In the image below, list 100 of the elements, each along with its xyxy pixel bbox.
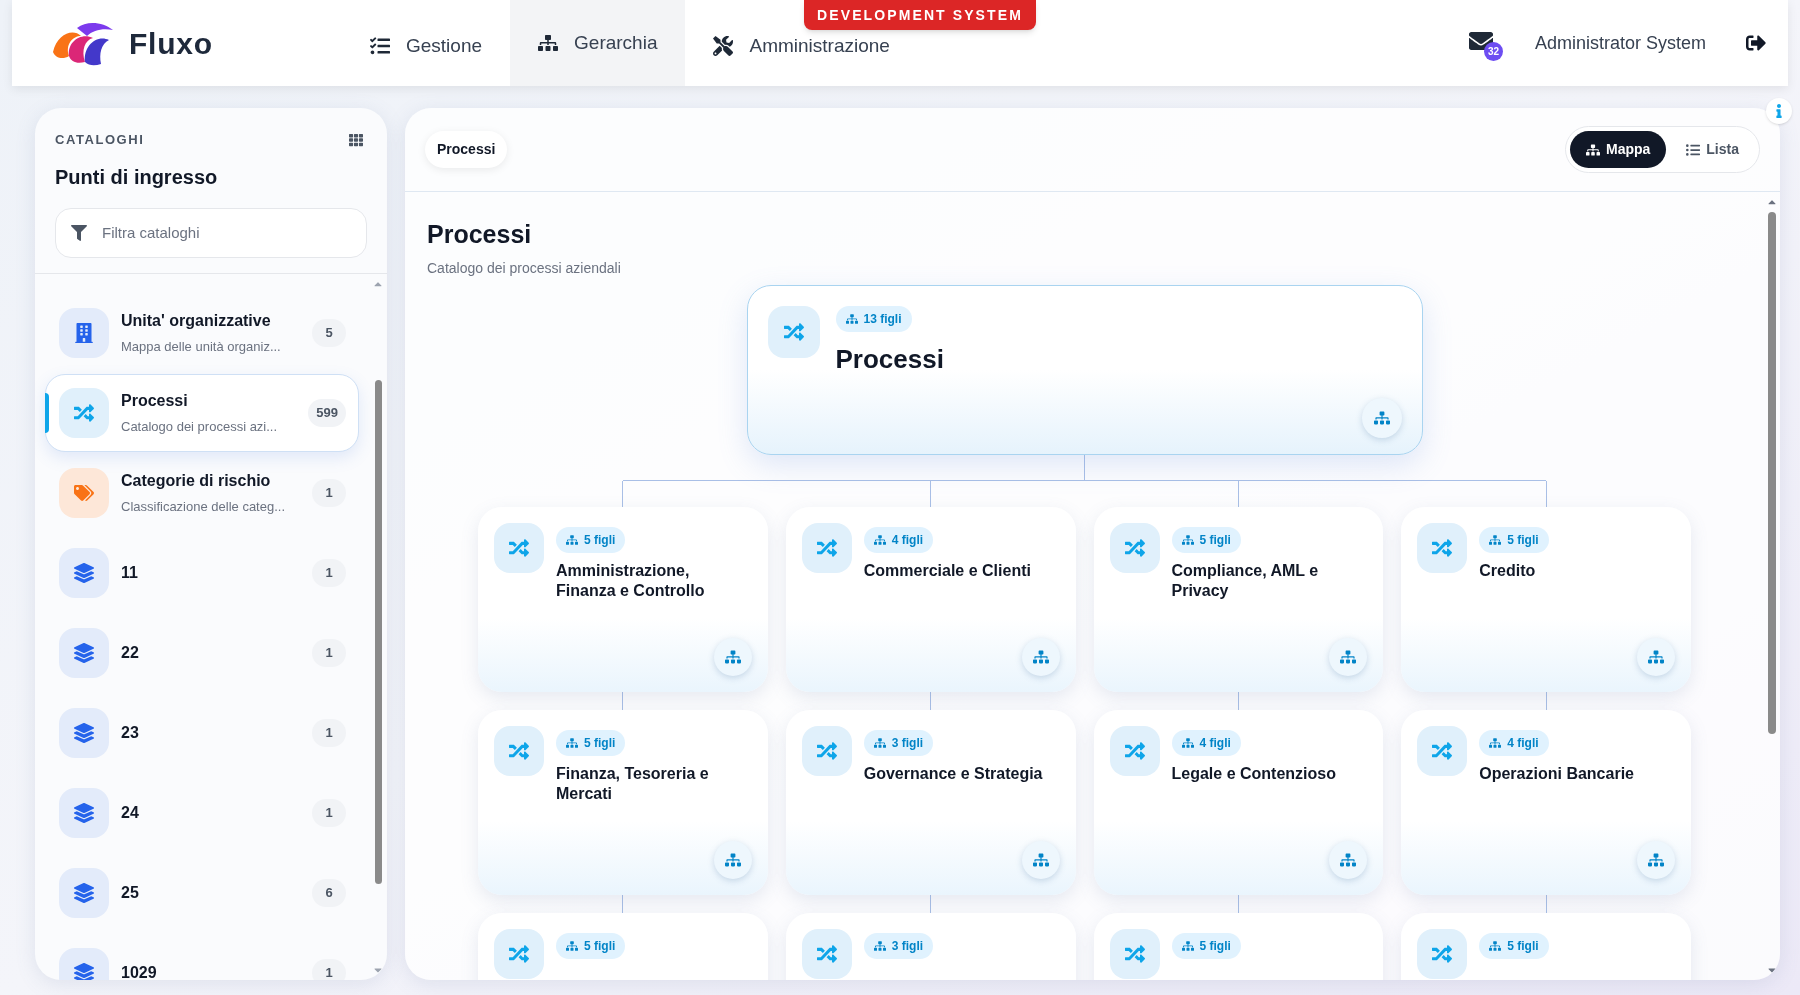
catalog-title: 24 (121, 802, 140, 823)
process-card[interactable]: 4 figli Legale e Contenzioso (1093, 709, 1384, 895)
shuffle-icon (1109, 725, 1160, 776)
hierarchy-icon (724, 851, 741, 868)
hierarchy-button[interactable] (1637, 637, 1675, 676)
hierarchy-icon (566, 533, 578, 546)
shuffle-icon (494, 725, 544, 776)
process-card[interactable]: 5 figli (1093, 912, 1384, 980)
shuffle-icon (494, 928, 544, 979)
catalog-title: 11 (121, 562, 139, 583)
catalog-item[interactable]: 24 1 (45, 773, 359, 852)
hierarchy-icon (1489, 939, 1502, 952)
hierarchy-button[interactable] (1637, 840, 1675, 879)
hierarchy-icon (1181, 533, 1194, 546)
catalog-item[interactable]: Processi Catalogo dei processi azi... 599 (45, 373, 359, 452)
hierarchy-icon (873, 533, 886, 546)
environment-badge: DEVELOPMENT SYSTEM (804, 0, 1036, 30)
hierarchy-button[interactable] (713, 637, 752, 676)
sidebar-title: Punti di ingresso (55, 164, 219, 190)
process-card[interactable]: 4 figli Commerciale e Clienti (785, 506, 1076, 692)
logout-button[interactable] (1746, 33, 1766, 53)
catalog-item[interactable]: 11 1 (45, 533, 359, 612)
page-title: Processi (427, 219, 533, 250)
children-count-badge: 5 figli (1479, 526, 1549, 553)
children-count-badge: 3 figli (863, 729, 934, 756)
hierarchy-icon (1585, 142, 1600, 157)
catalog-item[interactable]: 25 6 (45, 853, 359, 932)
catalog-item[interactable]: 23 1 (45, 693, 359, 772)
root-process-title: Processi (835, 342, 944, 376)
process-card[interactable]: 5 figli Finanza, Tesoreria e Mercati (478, 709, 768, 895)
count-badge: 6 (312, 878, 346, 907)
catalog-description: Classificazione delle categ... (121, 497, 287, 516)
hierarchy-icon (873, 736, 886, 749)
hierarchy-icon (724, 648, 741, 665)
count-badge: 1 (312, 798, 346, 827)
hierarchy-icon (538, 33, 559, 53)
nav-tab[interactable]: Gestione (342, 33, 511, 59)
hierarchy-icon (1181, 736, 1194, 749)
nav-tab[interactable]: Gerarchia (510, 0, 686, 86)
catalog-title: Processi (121, 390, 189, 411)
grid-icon[interactable] (349, 132, 363, 147)
process-card[interactable]: 5 figli (478, 912, 768, 980)
shuffle-icon (801, 522, 852, 573)
mail-count-badge: 32 (1483, 42, 1503, 61)
root-process-card[interactable]: 13 figli Processi (746, 284, 1423, 455)
count-badge: 1 (312, 958, 346, 980)
shuffle-icon (1417, 928, 1468, 979)
hierarchy-icon (566, 939, 578, 952)
breadcrumb-chip[interactable]: Processi (425, 131, 508, 168)
process-card[interactable]: 5 figli Credito (1401, 506, 1691, 692)
process-card[interactable]: 4 figli Operazioni Bancarie (1401, 709, 1691, 895)
hierarchy-icon (1648, 648, 1664, 665)
catalog-description: Catalogo dei processi azi... (121, 417, 279, 436)
layers-icon (59, 707, 109, 758)
hierarchy-icon (1489, 533, 1502, 546)
catalog-item[interactable]: Unita' organizzative Mappa delle unità organiz... 5 (45, 293, 359, 372)
catalog-item[interactable]: 1029 1 (45, 933, 359, 980)
view-toggle-button[interactable]: Lista (1670, 131, 1755, 168)
hierarchy-button[interactable] (1329, 637, 1368, 676)
process-title: Operazioni Bancarie (1479, 763, 1635, 784)
process-card[interactable]: 5 figli Amministrazione, Finanza e Controllo (478, 506, 768, 692)
list-icon (1686, 142, 1701, 157)
children-count-badge: 5 figli (1171, 932, 1241, 959)
catalog-title: 23 (121, 722, 140, 743)
process-card[interactable]: 3 figli (785, 912, 1076, 980)
process-card[interactable]: 5 figli Compliance, AML e Privacy (1093, 506, 1384, 692)
logout-icon (1746, 33, 1766, 53)
children-count-badge: 5 figli (556, 729, 626, 756)
hierarchy-button[interactable] (1021, 840, 1060, 879)
shuffle-icon (801, 928, 852, 979)
hierarchy-button[interactable] (713, 840, 752, 879)
layers-icon (59, 867, 109, 918)
filter-field[interactable]: Filtra cataloghi (55, 207, 367, 258)
catalog-item[interactable]: 22 1 (45, 613, 359, 692)
catalog-title: Categorie di rischio (121, 470, 272, 491)
layers-icon (59, 547, 109, 598)
catalog-item[interactable]: Categorie di rischio Classificazione delle categ... 1 (45, 453, 359, 532)
children-count-badge: 4 figli (863, 526, 934, 553)
shuffle-icon (494, 522, 544, 573)
hierarchy-icon (1340, 648, 1357, 665)
process-card[interactable]: 3 figli Governance e Strategia (785, 709, 1076, 895)
user-name[interactable]: Administrator System (1534, 29, 1706, 57)
hierarchy-button[interactable] (1329, 840, 1368, 879)
hierarchy-button[interactable] (1021, 637, 1060, 676)
count-badge: 1 (312, 718, 346, 747)
catalog-title: 25 (121, 882, 140, 903)
process-title: Legale e Contenzioso (1171, 763, 1337, 784)
mail-button[interactable]: 32 (1468, 25, 1503, 61)
view-toggle-button[interactable]: Mappa (1569, 131, 1667, 168)
section-label: CATALOGHI (55, 131, 145, 149)
hierarchy-icon (566, 736, 578, 749)
children-count-badge: 4 figli (1479, 729, 1549, 756)
children-count-badge: 5 figli (1479, 932, 1549, 959)
info-button[interactable] (1766, 98, 1792, 124)
hierarchy-button[interactable] (1361, 397, 1402, 438)
building-icon (59, 307, 109, 358)
process-card[interactable]: 5 figli (1401, 912, 1691, 980)
count-badge: 1 (312, 478, 346, 507)
tools-icon (713, 36, 734, 56)
nav-tab[interactable]: Amministrazione (685, 33, 918, 59)
